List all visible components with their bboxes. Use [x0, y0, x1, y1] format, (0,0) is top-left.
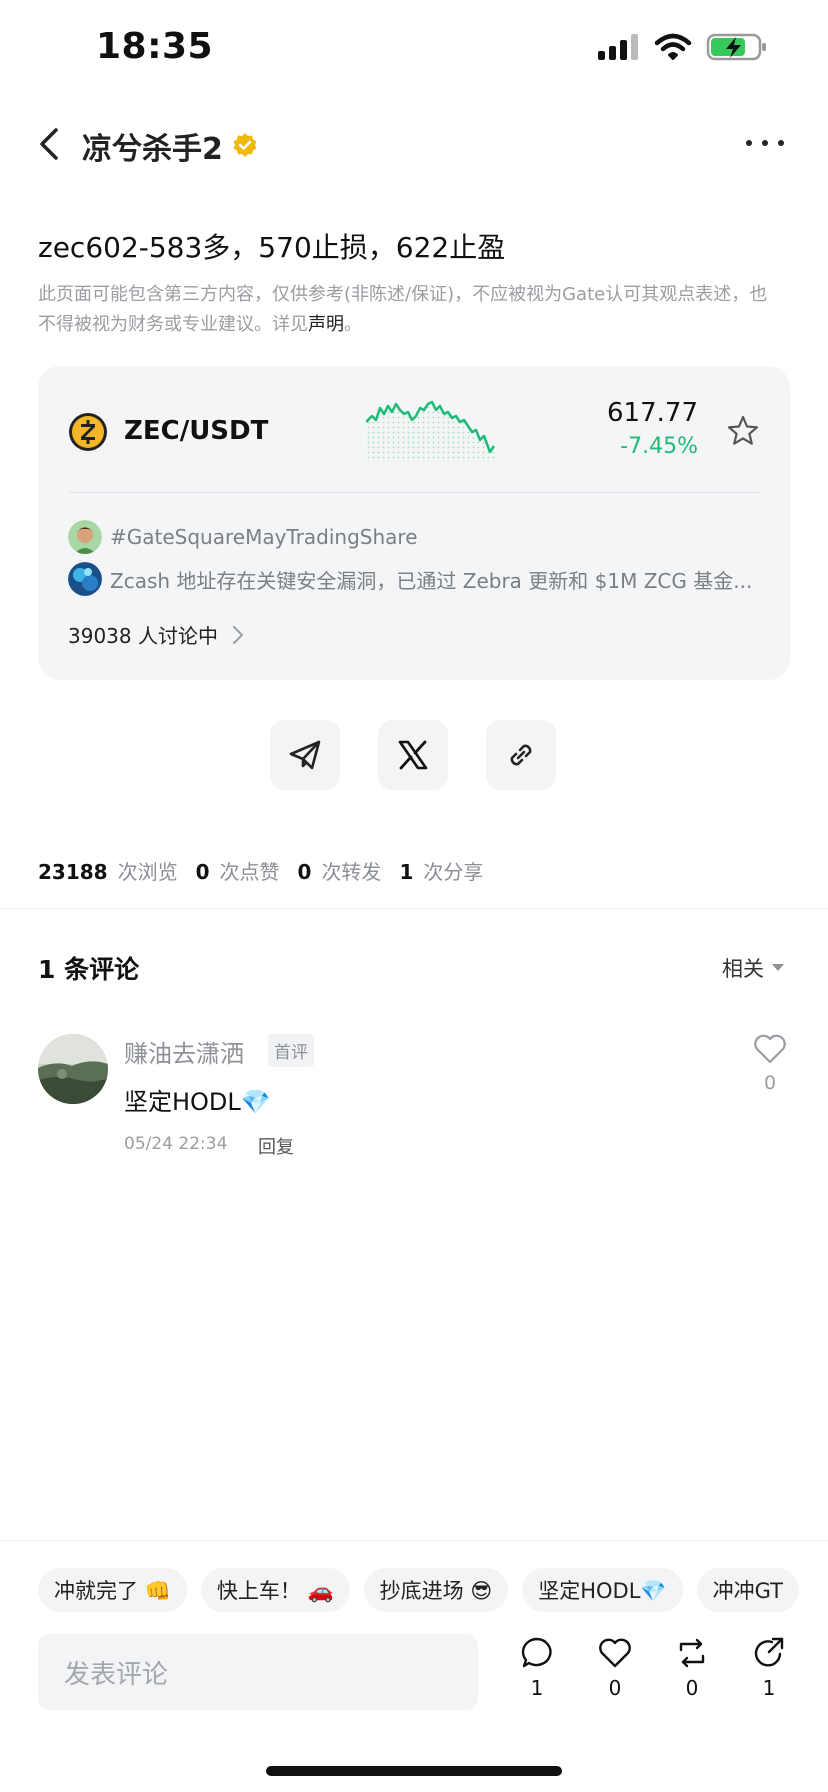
- topic-text: #GateSquareMayTradingShare: [110, 525, 418, 549]
- post-title: zec602-583多，570止损，622止盈: [38, 231, 506, 264]
- post-header: 凉兮杀手2: [0, 110, 828, 180]
- home-indicator: [266, 1766, 562, 1776]
- commenter-avatar[interactable]: [38, 1034, 108, 1104]
- favorite-star-icon[interactable]: [726, 414, 760, 448]
- comment-action-count: 1: [530, 1676, 544, 1700]
- author-name[interactable]: 凉兮杀手2: [82, 124, 223, 168]
- comment-like-count: 0: [763, 1072, 777, 1094]
- repost-icon: [679, 1638, 705, 1668]
- reposts-count: 0: [297, 860, 312, 884]
- reposts-label: 次转发: [321, 860, 382, 884]
- zec-coin-icon: [69, 413, 107, 451]
- share-arrow-icon: [754, 1637, 784, 1667]
- back-arrow-icon[interactable]: [36, 126, 64, 162]
- comment-like-button[interactable]: 0: [752, 1034, 788, 1094]
- share-action-button[interactable]: 1: [744, 1636, 794, 1700]
- discussion-count-link[interactable]: 39038 人讨论中: [68, 620, 244, 649]
- sort-label: 相关: [722, 957, 764, 981]
- discussion-count: 39038 人讨论中: [68, 624, 218, 648]
- news-thumbnail-icon: [68, 562, 102, 596]
- first-comment-badge: 首评: [268, 1034, 314, 1067]
- shares-count: 1: [399, 860, 414, 884]
- share-buttons: [270, 720, 556, 790]
- shares-label: 次分享: [423, 860, 484, 884]
- likes-count: 0: [195, 860, 210, 884]
- x-share-button[interactable]: [378, 720, 448, 790]
- disclaimer-text: 此页面可能包含第三方内容，仅供参考(非陈述/保证)，不应被视为Gate认可其观点…: [38, 284, 768, 335]
- quick-reply-chip[interactable]: 冲冲GT: [696, 1568, 799, 1612]
- section-divider: [0, 908, 828, 909]
- battery-icon: [706, 33, 766, 61]
- repost-action-count: 0: [685, 1676, 699, 1700]
- heart-icon: [599, 1638, 631, 1668]
- like-action-button[interactable]: 0: [590, 1636, 640, 1700]
- market-card[interactable]: ZEC/USDT 617.77 -7.45% #GateSquareMayTra…: [38, 366, 790, 680]
- likes-label: 次点赞: [219, 860, 280, 884]
- quick-reply-chip[interactable]: 快上车！ 🚗: [200, 1568, 350, 1612]
- reply-button[interactable]: 回复: [258, 1133, 294, 1159]
- pair-name: ZEC/USDT: [124, 416, 269, 446]
- status-bar: 18:35: [0, 0, 828, 100]
- like-action-count: 0: [608, 1676, 622, 1700]
- views-count: 23188: [38, 860, 108, 884]
- verified-badge-icon: [233, 133, 257, 157]
- link-icon: [510, 744, 532, 766]
- quick-reply-chips: 冲就完了 👊 快上车！ 🚗 抄底进场 😎 坚定HODL💎 冲冲GT: [38, 1568, 828, 1612]
- price-sparkline: [366, 400, 496, 462]
- topic-text: Zcash 地址存在关键安全漏洞，已通过 Zebra 更新和 $1M ZCG 基…: [110, 568, 753, 593]
- share-action-count: 1: [762, 1676, 776, 1700]
- topic-item[interactable]: Zcash 地址存在关键安全漏洞，已通过 Zebra 更新和 $1M ZCG 基…: [68, 562, 758, 596]
- topic-avatar-icon: [68, 520, 102, 554]
- card-divider: [68, 492, 760, 493]
- caret-down-icon: [772, 964, 784, 971]
- more-options-icon[interactable]: [746, 140, 784, 146]
- bottom-divider: [0, 1540, 828, 1541]
- post-stats: 23188 次浏览 0 次点赞 0 次转发 1 次分享: [38, 856, 501, 885]
- comment-text: 坚定HODL💎: [124, 1088, 271, 1116]
- quick-reply-chip[interactable]: 抄底进场 😎: [363, 1568, 509, 1612]
- comment-time: 05/24 22:34: [124, 1134, 228, 1154]
- disclaimer-end: 。: [344, 314, 362, 335]
- repost-action-button[interactable]: 0: [667, 1636, 717, 1700]
- price-change: -7.45%: [620, 434, 698, 459]
- disclaimer: 此页面可能包含第三方内容，仅供参考(非陈述/保证)，不应被视为Gate认可其观点…: [38, 280, 778, 340]
- comment-sort-dropdown[interactable]: 相关: [722, 953, 784, 983]
- commenter-avatar-image: [38, 1034, 108, 1104]
- copy-link-button[interactable]: [486, 720, 556, 790]
- wifi-icon: [654, 33, 692, 60]
- comment-input[interactable]: 发表评论: [38, 1634, 478, 1710]
- telegram-share-button[interactable]: [270, 720, 340, 790]
- status-time: 18:35: [96, 26, 214, 67]
- views-label: 次浏览: [117, 860, 178, 884]
- last-price: 617.77: [607, 398, 698, 428]
- chevron-right-icon: [232, 625, 244, 644]
- status-icons: [596, 32, 768, 62]
- comment-bubble-icon: [521, 1637, 552, 1668]
- quick-reply-chip[interactable]: 冲就完了 👊: [38, 1568, 187, 1612]
- comments-title: 1 条评论: [38, 955, 140, 984]
- x-logo-icon: [398, 740, 428, 770]
- cellular-signal-icon: [598, 34, 638, 60]
- topic-item[interactable]: #GateSquareMayTradingShare: [68, 520, 758, 554]
- disclaimer-link[interactable]: 声明: [308, 314, 344, 335]
- commenter-name[interactable]: 赚油去潇洒: [124, 1034, 244, 1069]
- quick-reply-chip[interactable]: 坚定HODL💎: [522, 1568, 683, 1612]
- comment-action-button[interactable]: 1: [512, 1636, 562, 1700]
- heart-icon: [754, 1034, 786, 1064]
- telegram-icon: [289, 740, 321, 770]
